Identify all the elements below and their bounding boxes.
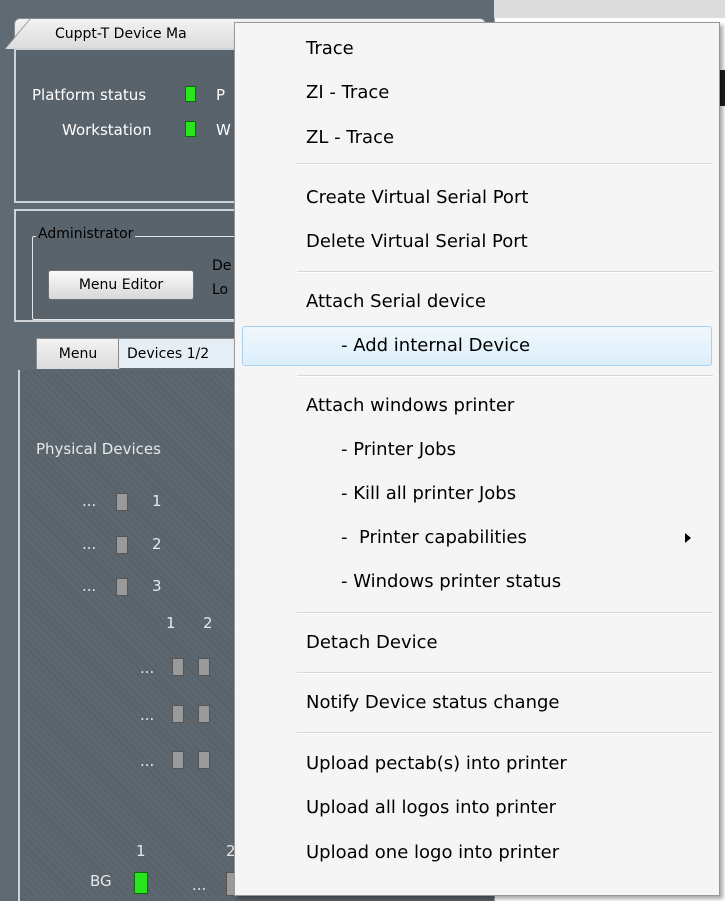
admin-label-lo: Lo xyxy=(212,282,229,298)
menu-item-upload-all-logos[interactable]: Upload all logos into printer xyxy=(306,794,556,822)
menu-item-detach-device[interactable]: Detach Device xyxy=(306,629,438,657)
device-led xyxy=(172,751,184,769)
device-dots: ... xyxy=(82,535,97,553)
device-led xyxy=(198,658,210,676)
menu-item-delete-virtual-serial-port[interactable]: Delete Virtual Serial Port xyxy=(306,228,528,256)
device-led xyxy=(172,705,184,723)
menu-separator xyxy=(297,672,713,674)
device-dots: ... xyxy=(82,492,97,510)
platform-status-label: Platform status xyxy=(32,86,147,104)
device-led xyxy=(116,536,128,554)
device-row-number: 2 xyxy=(152,535,162,553)
menu-item-attach-serial-device[interactable]: Attach Serial device xyxy=(306,288,486,316)
menu-item-trace[interactable]: Trace xyxy=(306,35,354,63)
device-led xyxy=(116,493,128,511)
device-dots: ... xyxy=(140,706,155,724)
platform-status-right: P xyxy=(216,86,226,104)
workstation-led xyxy=(185,121,196,137)
menu-separator xyxy=(297,163,713,165)
menu-item-kill-all-printer-jobs[interactable]: - Kill all printer Jobs xyxy=(341,480,516,508)
menu-item-notify-device-status-change[interactable]: Notify Device status change xyxy=(306,689,560,717)
menu-editor-button[interactable]: Menu Editor xyxy=(48,270,194,300)
bg-label: BG xyxy=(90,872,112,890)
admin-group-title: Administrator xyxy=(36,226,136,242)
menu-item-add-internal-device[interactable]: - Add internal Device xyxy=(341,332,530,360)
device-led xyxy=(198,705,210,723)
menu-item-printer-jobs[interactable]: - Printer Jobs xyxy=(341,436,456,464)
menu-item-printer-capabilities[interactable]: - Printer capabilities xyxy=(341,524,527,552)
device-dots: ... xyxy=(140,659,155,677)
device-led xyxy=(116,578,128,596)
column-header: 2 xyxy=(203,614,213,632)
menu-separator xyxy=(297,732,713,734)
menu-item-upload-pectabs[interactable]: Upload pectab(s) into printer xyxy=(306,750,567,778)
device-dots: ... xyxy=(192,876,207,894)
admin-label-de: De xyxy=(212,258,232,274)
bottom-column-number: 1 xyxy=(136,842,146,860)
tab-menu[interactable]: Menu xyxy=(36,338,120,369)
physical-devices-title: Physical Devices xyxy=(36,440,161,458)
menu-separator xyxy=(297,271,713,273)
menu-separator xyxy=(297,612,713,614)
device-led xyxy=(198,751,210,769)
menu-item-zl-trace[interactable]: ZL - Trace xyxy=(306,124,394,152)
platform-status-led xyxy=(185,86,196,102)
device-dots: ... xyxy=(140,752,155,770)
menu-item-attach-windows-printer[interactable]: Attach windows printer xyxy=(306,392,514,420)
device-row-number: 3 xyxy=(152,577,162,595)
menu-separator xyxy=(297,375,713,377)
workstation-right: W xyxy=(216,121,231,139)
context-menu: Trace ZI - Trace ZL - Trace Create Virtu… xyxy=(234,22,720,896)
submenu-arrow-icon xyxy=(685,533,691,543)
menu-item-create-virtual-serial-port[interactable]: Create Virtual Serial Port xyxy=(306,184,528,212)
menu-item-zi-trace[interactable]: ZI - Trace xyxy=(306,79,389,107)
bg-led xyxy=(134,872,148,894)
device-led xyxy=(172,658,184,676)
workstation-label: Workstation xyxy=(62,121,152,139)
tab-devices[interactable]: Devices 1/2 xyxy=(118,338,236,368)
menu-item-upload-one-logo[interactable]: Upload one logo into printer xyxy=(306,839,559,867)
tab-device-manager-label: Cuppt-T Device Ma xyxy=(55,26,187,42)
column-header: 1 xyxy=(166,614,176,632)
device-row-number: 1 xyxy=(152,492,162,510)
menu-item-windows-printer-status[interactable]: - Windows printer status xyxy=(341,568,561,596)
device-dots: ... xyxy=(82,577,97,595)
